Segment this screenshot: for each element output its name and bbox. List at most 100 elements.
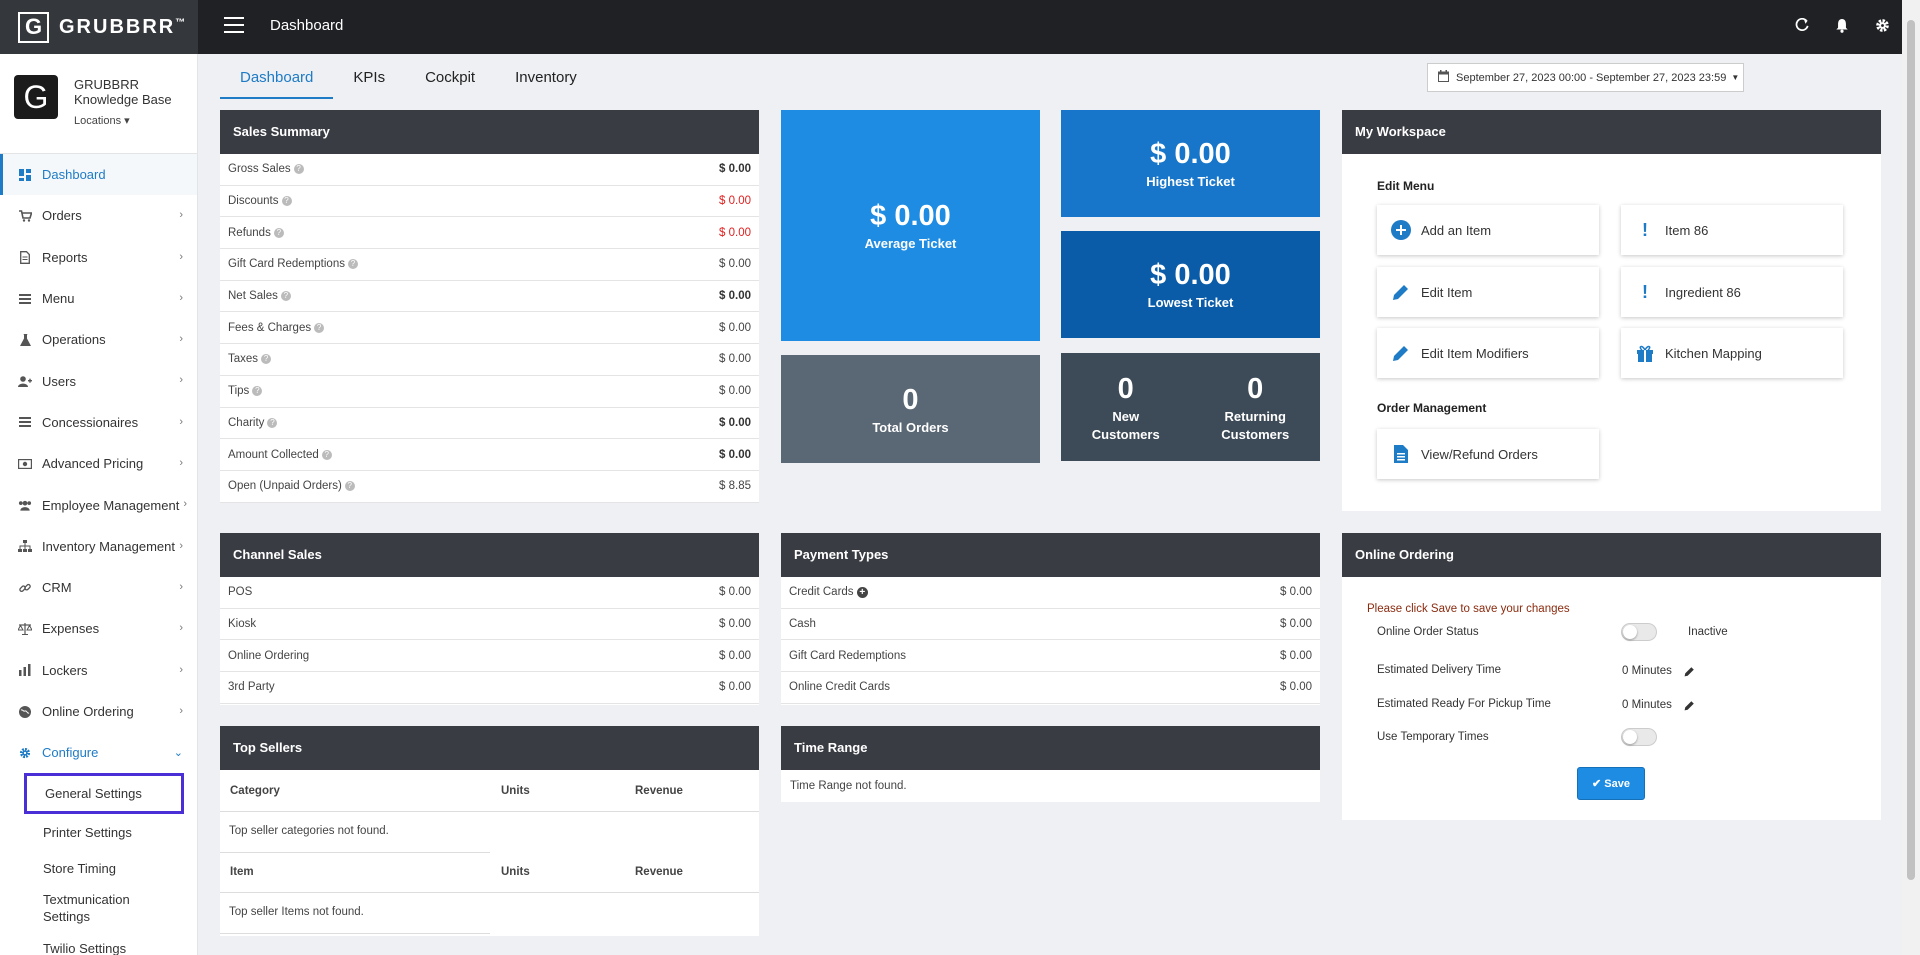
save-button[interactable]: ✔ Save	[1577, 767, 1645, 800]
chevron-right-icon: ›	[179, 374, 183, 387]
locations-dropdown[interactable]: Locations ▾	[74, 114, 172, 129]
help-icon[interactable]: ?	[314, 322, 325, 333]
sidebar-item-orders[interactable]: Orders ›	[0, 195, 197, 236]
balance-icon	[18, 622, 32, 636]
sidebar-item-employee-management[interactable]: Employee Management ›	[0, 484, 197, 525]
sidebar-item-online-ordering[interactable]: Online Ordering ›	[0, 691, 197, 732]
help-icon[interactable]: ?	[267, 417, 278, 428]
bell-icon[interactable]	[1832, 15, 1852, 35]
table-row: Refunds? $ 0.00	[220, 217, 759, 250]
sidebar-item-lockers[interactable]: Lockers ›	[0, 650, 197, 691]
help-icon[interactable]: ?	[252, 386, 263, 397]
sidebar-item-expenses[interactable]: Expenses ›	[0, 608, 197, 649]
total-orders-tile: 0 Total Orders	[781, 355, 1040, 463]
refresh-icon[interactable]	[1792, 15, 1812, 35]
chevron-right-icon: ›	[179, 209, 183, 222]
online-order-status-toggle[interactable]	[1621, 623, 1657, 641]
table-row: Tips? $ 0.00	[220, 376, 759, 408]
sidebar-item-label: Operations	[42, 332, 106, 348]
tile-value: 0	[902, 383, 919, 416]
help-icon[interactable]: ?	[273, 227, 284, 238]
sidebar-item-reports[interactable]: Reports ›	[0, 237, 197, 278]
table-row: Kiosk $ 0.00	[220, 609, 759, 641]
plus-circle-icon[interactable]: +	[856, 586, 868, 598]
tile-value: $ 0.00	[1150, 259, 1231, 291]
average-ticket-tile: $ 0.00 Average Ticket	[781, 110, 1040, 341]
sub-item-printer-settings[interactable]: Printer Settings	[0, 814, 197, 850]
help-icon[interactable]: ?	[280, 291, 291, 302]
table-row: Credit Cards + $ 0.00	[781, 577, 1320, 609]
sidebar-item-menu[interactable]: Menu ›	[0, 278, 197, 319]
sub-item-textmunication-settings[interactable]: Textmunication Settings	[0, 886, 160, 930]
users-icon	[18, 498, 32, 512]
hamburger-menu-icon[interactable]	[224, 17, 244, 33]
tab-kpis[interactable]: KPIs	[333, 64, 405, 99]
tab-dashboard[interactable]: Dashboard	[220, 64, 334, 99]
tab-cockpit[interactable]: Cockpit	[405, 64, 495, 99]
table-row: Fees & Charges? $ 0.00	[220, 312, 759, 345]
sidebar-item-configure[interactable]: Configure ⌄	[0, 732, 197, 773]
pencil-icon[interactable]	[1684, 698, 1695, 716]
help-icon[interactable]: ?	[347, 259, 358, 270]
sub-item-store-timing[interactable]: Store Timing	[0, 850, 197, 886]
sidebar-item-advanced-pricing[interactable]: Advanced Pricing ›	[0, 443, 197, 484]
chevron-right-icon: ›	[179, 415, 183, 428]
sidebar-item-label: Configure	[42, 745, 99, 761]
table-row: Charity? $ 0.00	[220, 408, 759, 440]
chevron-right-icon: ›	[179, 704, 183, 717]
help-icon[interactable]: ?	[281, 196, 292, 206]
profile-subname: Knowledge Base	[74, 92, 172, 107]
sidebar-item-inventory-management[interactable]: Inventory Management ›	[0, 526, 197, 567]
view-refund-orders-button[interactable]: View/Refund Orders	[1377, 429, 1599, 479]
temporary-times-label: Use Temporary Times	[1377, 731, 1489, 743]
chevron-right-icon: ›	[179, 622, 183, 635]
help-icon[interactable]: ?	[321, 449, 332, 460]
table-row: Online Ordering $ 0.00	[220, 640, 759, 673]
table-row: Gift Card Redemptions? $ 0.00	[220, 249, 759, 281]
help-icon[interactable]: ?	[261, 354, 272, 365]
user-plus-icon	[18, 374, 32, 388]
table-row: Gross Sales? $ 0.00	[220, 154, 759, 186]
sidebar-item-crm[interactable]: CRM ›	[0, 567, 197, 608]
sidebar-item-label: Orders	[42, 208, 82, 224]
sidebar-item-dashboard[interactable]: Dashboard	[0, 154, 197, 196]
sub-item-twilio-settings[interactable]: Twilio Settings	[0, 930, 197, 955]
chevron-right-icon: ›	[179, 539, 183, 552]
sidebar-item-users[interactable]: Users ›	[0, 360, 197, 401]
temporary-times-toggle[interactable]	[1621, 728, 1657, 746]
dashboard-icon	[18, 168, 32, 182]
ingredient-86-button[interactable]: ! Ingredient 86	[1621, 267, 1843, 317]
chevron-right-icon: ›	[179, 663, 183, 676]
gear-icon[interactable]	[1872, 15, 1892, 35]
delivery-time-label: Estimated Delivery Time	[1377, 664, 1501, 676]
pencil-icon[interactable]	[1684, 664, 1695, 682]
online-order-status-label: Online Order Status	[1377, 626, 1479, 638]
logo[interactable]: G GRUBBRR™	[0, 0, 198, 54]
sidebar-item-concessionaires[interactable]: Concessionaires ›	[0, 402, 197, 443]
kitchen-mapping-button[interactable]: Kitchen Mapping	[1621, 328, 1843, 378]
tile-value: $ 0.00	[1150, 138, 1231, 170]
sidebar-item-operations[interactable]: Operations ›	[0, 319, 197, 360]
item-86-button[interactable]: ! Item 86	[1621, 205, 1843, 255]
page-title: Dashboard	[270, 17, 344, 34]
edit-item-button[interactable]: Edit Item	[1377, 267, 1599, 317]
page-scrollbar[interactable]	[1902, 0, 1920, 955]
top-bar: G GRUBBRR™ Dashboard	[0, 0, 1902, 54]
chevron-right-icon: ›	[179, 291, 183, 304]
table-row: Amount Collected? $ 0.00	[220, 439, 759, 471]
sub-item-general-settings[interactable]: General Settings	[24, 773, 184, 815]
help-icon[interactable]: ?	[293, 164, 304, 175]
chevron-right-icon: ›	[179, 580, 183, 593]
edit-menu-heading: Edit Menu	[1377, 179, 1435, 193]
help-icon[interactable]: ?	[344, 481, 355, 492]
tab-inventory[interactable]: Inventory	[495, 64, 597, 99]
edit-item-modifiers-button[interactable]: Edit Item Modifiers	[1377, 328, 1599, 378]
dashboard-tabs: Dashboard KPIs Cockpit Inventory	[220, 64, 597, 99]
date-range-picker[interactable]: September 27, 2023 00:00 - September 27,…	[1427, 63, 1744, 92]
profile-block: G GRUBBRR Knowledge Base Locations ▾	[0, 54, 197, 154]
scrollbar-thumb[interactable]	[1907, 20, 1915, 880]
add-item-button[interactable]: Add an Item	[1377, 205, 1599, 255]
sidebar-item-label: Employee Management	[42, 497, 180, 513]
table-row: Open (Unpaid Orders)? $ 8.85	[220, 471, 759, 503]
table-header: Units	[501, 785, 530, 797]
